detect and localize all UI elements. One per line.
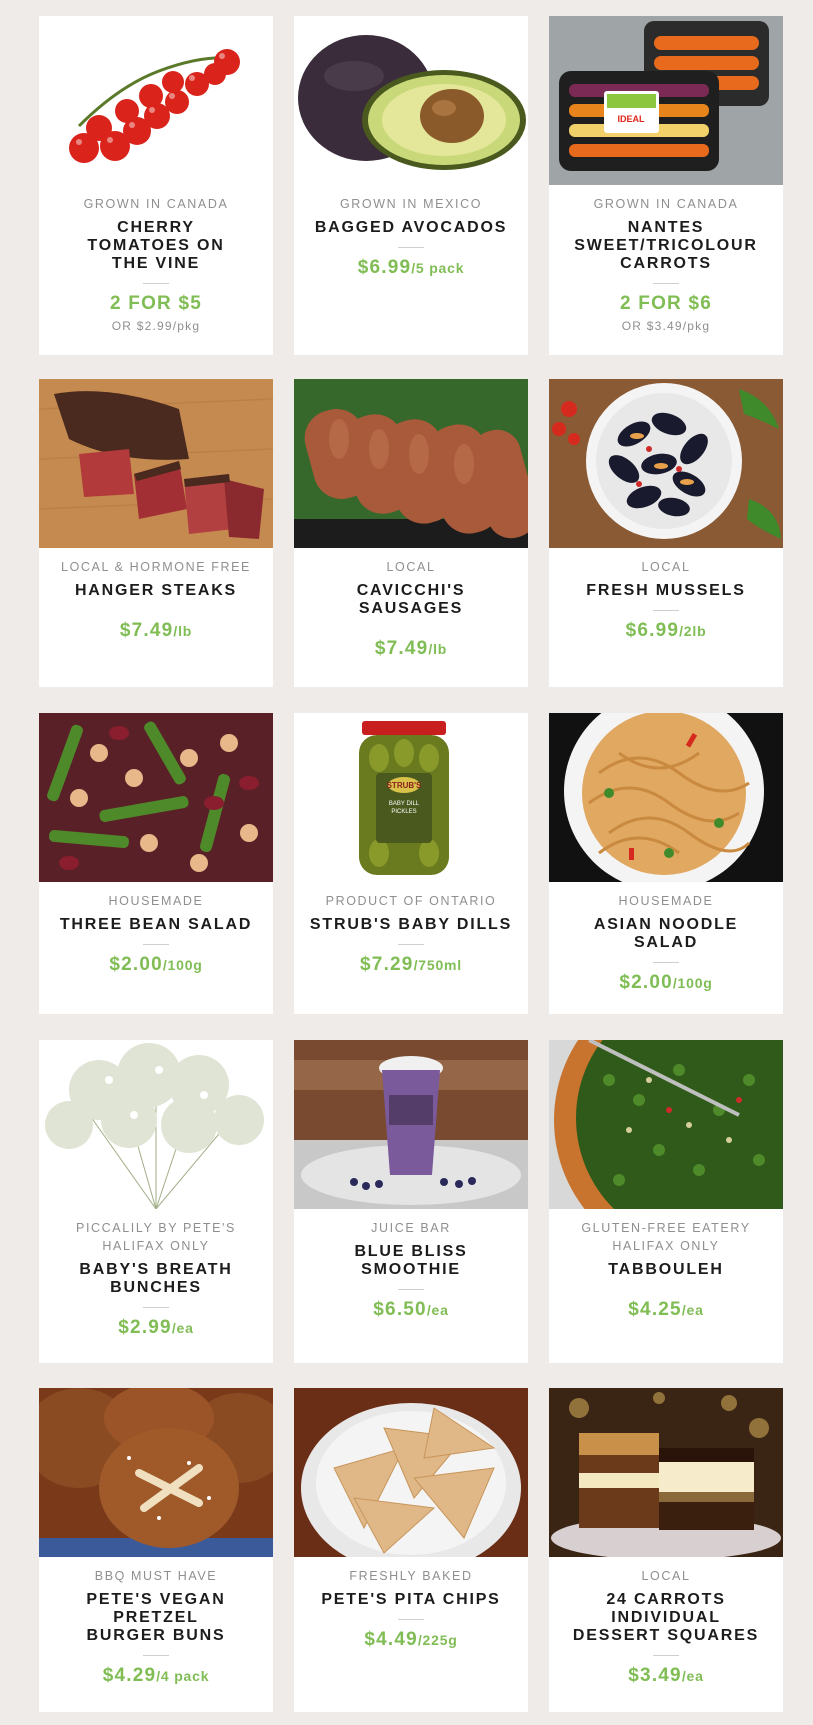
pickle-label-line-1: BABY DILL — [389, 801, 420, 807]
product-origin: GROWN IN CANADA — [593, 197, 739, 211]
product-card-asian-noodle-salad[interactable]: HOUSEMADE ASIAN NOODLE SALAD $2.00/100g — [549, 713, 783, 1014]
pickle-jar-image[interactable]: STRUB'S BABY DILL PICKLES — [294, 713, 528, 882]
product-price: $2.00/100g — [109, 954, 203, 975]
product-card-carrots[interactable]: IDEAL GROWN IN CANADA NANTES SWEET/TRICO… — [549, 16, 783, 355]
product-price: 2 FOR $5 — [110, 293, 202, 314]
product-name[interactable]: CAVICCHI'S SAUSAGES — [304, 582, 518, 618]
divider — [653, 962, 679, 963]
product-origin: JUICE BAR — [371, 1221, 451, 1235]
product-card-avocados[interactable]: GROWN IN MEXICO BAGGED AVOCADOS $6.99/5 … — [294, 16, 528, 355]
alt-price: OR $2.99/pkg — [111, 319, 201, 333]
avocado-image[interactable] — [294, 16, 528, 185]
product-price: $4.29/4 pack — [102, 1665, 210, 1686]
product-name[interactable]: PETE'S PITA CHIPS — [304, 1591, 518, 1609]
dessert-squares-image[interactable] — [549, 1388, 783, 1557]
divider — [398, 944, 424, 945]
divider — [653, 283, 679, 284]
carrots-image[interactable]: IDEAL — [549, 16, 783, 185]
product-origin: GLUTEN-FREE EATERY — [581, 1221, 751, 1235]
product-name[interactable]: STRUB'S BABY DILLS — [304, 916, 518, 934]
product-card-sausages[interactable]: LOCAL CAVICCHI'S SAUSAGES $7.49/lb — [294, 379, 528, 687]
divider — [143, 944, 169, 945]
divider — [653, 1655, 679, 1656]
divider — [398, 1289, 424, 1290]
product-card-pita-chips[interactable]: FRESHLY BAKED PETE'S PITA CHIPS $4.49/22… — [294, 1388, 528, 1712]
sausages-image[interactable] — [294, 379, 528, 548]
product-price: $6.99/5 pack — [357, 257, 465, 278]
product-origin: GROWN IN CANADA — [83, 197, 229, 211]
product-price: 2 FOR $6 — [620, 293, 712, 314]
product-card-strubs-baby-dills[interactable]: STRUB'S BABY DILL PICKLES PRODUCT OF ONT… — [294, 713, 528, 1014]
alt-price: OR $3.49/pkg — [621, 319, 711, 333]
product-name[interactable]: ASIAN NOODLE SALAD — [559, 916, 773, 952]
pickle-brand-text: STRUB'S — [387, 781, 422, 790]
product-name[interactable]: THREE BEAN SALAD — [49, 916, 263, 934]
product-card-tabbouleh[interactable]: GLUTEN-FREE EATERY HALIFAX ONLY TABBOULE… — [549, 1040, 783, 1363]
product-price: $7.29/750ml — [360, 954, 462, 975]
smoothie-image[interactable] — [294, 1040, 528, 1209]
product-origin: LOCAL — [386, 560, 436, 574]
product-name[interactable]: BLUE BLISS SMOOTHIE — [304, 1243, 518, 1279]
product-price: $2.00/100g — [619, 972, 713, 993]
carrot-label-text: IDEAL — [618, 114, 646, 124]
product-name[interactable]: NANTES SWEET/TRICOLOUR CARROTS — [559, 219, 773, 273]
product-price: $3.49/ea — [628, 1665, 704, 1686]
product-price: $4.25/ea — [628, 1299, 704, 1320]
divider — [143, 1307, 169, 1308]
product-name[interactable]: 24 CARROTS INDIVIDUAL DESSERT SQUARES — [559, 1591, 773, 1645]
product-origin: FRESHLY BAKED — [349, 1569, 473, 1583]
product-name[interactable]: BAGGED AVOCADOS — [304, 219, 518, 237]
product-origin: PRODUCT OF ONTARIO — [325, 894, 497, 908]
noodle-salad-image[interactable] — [549, 713, 783, 882]
product-price: $4.49/225g — [364, 1629, 458, 1650]
pita-chips-image[interactable] — [294, 1388, 528, 1557]
product-price: $6.99/2lb — [625, 620, 707, 641]
product-price: $7.49/lb — [119, 620, 193, 641]
product-origin-note: HALIFAX ONLY — [612, 1239, 720, 1253]
cherry-tomatoes-image[interactable] — [39, 16, 273, 185]
product-name[interactable]: PETE'S VEGAN PRETZEL BURGER BUNS — [49, 1591, 263, 1645]
product-origin: PICCALILY BY PETE'S — [76, 1221, 236, 1235]
product-price: $2.99/ea — [118, 1317, 194, 1338]
product-origin: LOCAL — [641, 1569, 691, 1583]
product-origin: GROWN IN MEXICO — [339, 197, 483, 211]
product-name[interactable]: BABY'S BREATH BUNCHES — [49, 1261, 263, 1297]
product-card-hanger-steaks[interactable]: LOCAL & HORMONE FREE HANGER STEAKS $7.49… — [39, 379, 273, 687]
product-origin: HOUSEMADE — [108, 894, 204, 908]
hanger-steak-image[interactable] — [39, 379, 273, 548]
divider — [143, 1655, 169, 1656]
product-origin: BBQ MUST HAVE — [94, 1569, 218, 1583]
product-card-pretzel-buns[interactable]: BBQ MUST HAVE PETE'S VEGAN PRETZEL BURGE… — [39, 1388, 273, 1712]
mussels-image[interactable] — [549, 379, 783, 548]
product-card-babys-breath[interactable]: PICCALILY BY PETE'S HALIFAX ONLY BABY'S … — [39, 1040, 273, 1363]
product-name[interactable]: CHERRY TOMATOES ON THE VINE — [49, 219, 263, 273]
product-price: $7.49/lb — [374, 638, 448, 659]
product-card-mussels[interactable]: LOCAL FRESH MUSSELS $6.99/2lb — [549, 379, 783, 687]
product-origin: LOCAL — [641, 560, 691, 574]
product-name[interactable]: FRESH MUSSELS — [559, 582, 773, 600]
product-card-blue-bliss-smoothie[interactable]: JUICE BAR BLUE BLISS SMOOTHIE $6.50/ea — [294, 1040, 528, 1363]
product-card-dessert-squares[interactable]: LOCAL 24 CARROTS INDIVIDUAL DESSERT SQUA… — [549, 1388, 783, 1712]
divider — [398, 247, 424, 248]
product-card-cherry-tomatoes[interactable]: GROWN IN CANADA CHERRY TOMATOES ON THE V… — [39, 16, 273, 355]
product-origin: LOCAL & HORMONE FREE — [61, 560, 251, 574]
product-name[interactable]: TABBOULEH — [559, 1261, 773, 1279]
product-price: $6.50/ea — [373, 1299, 449, 1320]
product-card-three-bean-salad[interactable]: HOUSEMADE THREE BEAN SALAD $2.00/100g — [39, 713, 273, 1014]
pretzel-buns-image[interactable] — [39, 1388, 273, 1557]
pickle-label-line-2: PICKLES — [391, 809, 416, 815]
divider — [653, 610, 679, 611]
tabbouleh-image[interactable] — [549, 1040, 783, 1209]
product-origin-note: HALIFAX ONLY — [102, 1239, 210, 1253]
bean-salad-image[interactable] — [39, 713, 273, 882]
babys-breath-image[interactable] — [39, 1040, 273, 1209]
divider — [398, 1619, 424, 1620]
product-origin: HOUSEMADE — [618, 894, 714, 908]
divider — [143, 283, 169, 284]
product-name[interactable]: HANGER STEAKS — [49, 582, 263, 600]
